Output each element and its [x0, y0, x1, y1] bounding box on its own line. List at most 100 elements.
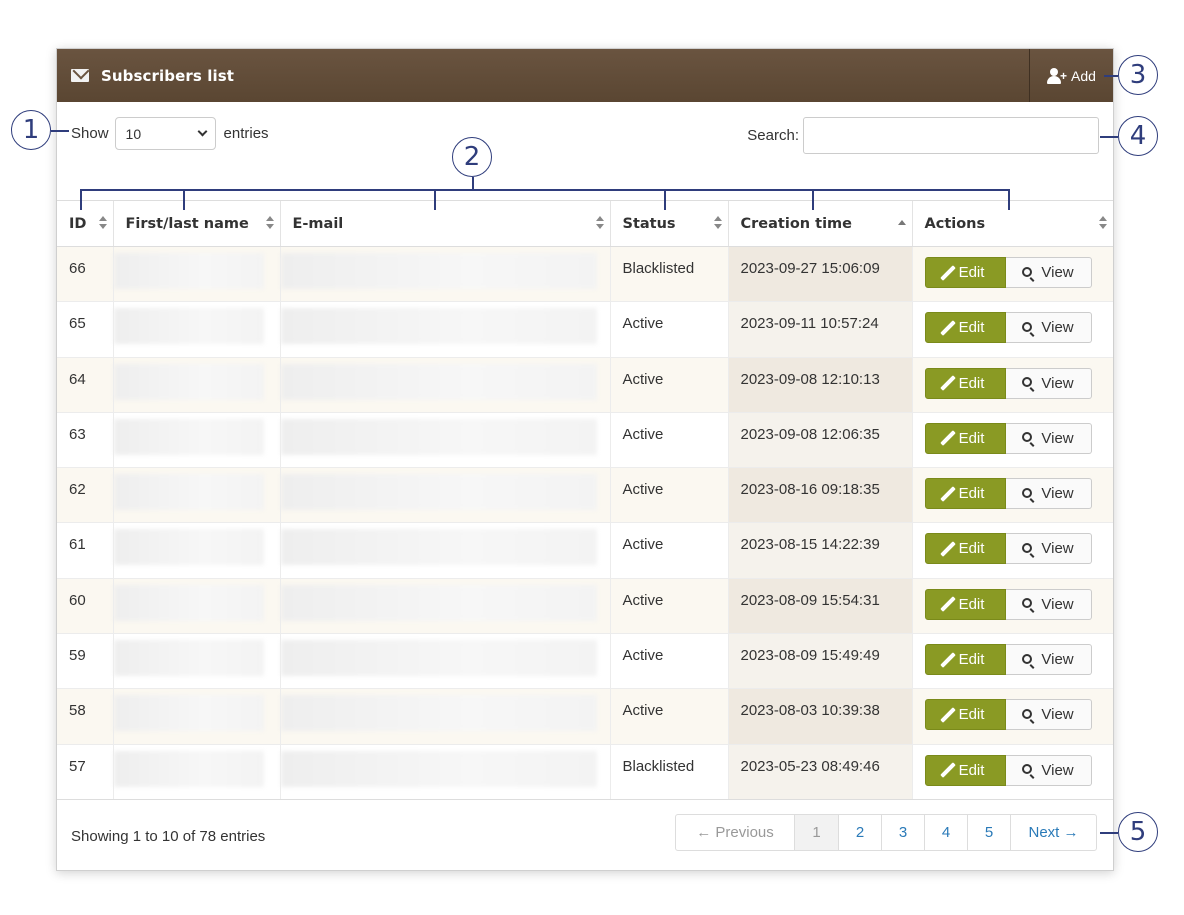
cell-actions: Edit View	[911, 744, 1113, 800]
cell-name-redacted	[112, 744, 280, 800]
subscribers-table: ID First/last name E-mail Status Creatio…	[57, 200, 1113, 800]
pagination-page-2[interactable]: 2	[838, 815, 881, 850]
edit-button[interactable]: Edit	[924, 588, 1006, 620]
edit-button[interactable]: Edit	[924, 257, 1006, 288]
view-button[interactable]: View	[1005, 533, 1092, 565]
view-button[interactable]: View	[1005, 699, 1092, 731]
callout-5: 5	[1118, 812, 1158, 852]
pencil-icon	[939, 430, 956, 447]
table-row: 60 Active 2023-08-09 15:54:31 Edit View	[57, 578, 1113, 635]
pagination-page-1[interactable]: 1	[794, 815, 838, 850]
column-header-name[interactable]: First/last name	[112, 200, 280, 247]
table-header-row: ID First/last name E-mail Status Creatio…	[57, 200, 1113, 247]
edit-button[interactable]: Edit	[924, 367, 1006, 399]
cell-creation-time: 2023-08-16 09:18:35	[727, 467, 912, 524]
edit-button[interactable]: Edit	[924, 312, 1006, 344]
table-row: 64 Active 2023-09-08 12:10:13 Edit View	[57, 357, 1113, 413]
edit-button[interactable]: Edit	[924, 533, 1006, 565]
table-row: 58 Active 2023-08-03 10:39:38 Edit View	[57, 688, 1113, 745]
cell-creation-time: 2023-09-27 15:06:09	[727, 246, 912, 303]
cell-creation-time: 2023-08-09 15:49:49	[727, 633, 912, 690]
cell-status: Active	[609, 467, 728, 524]
callout-2-leader	[472, 177, 474, 189]
pagination-page-5[interactable]: 5	[967, 815, 1010, 850]
magnifier-icon	[1022, 653, 1033, 664]
edit-button[interactable]: Edit	[924, 754, 1006, 786]
table-row: 65 Active 2023-09-11 10:57:24 Edit View	[57, 301, 1113, 358]
column-header-actions[interactable]: Actions	[911, 200, 1113, 247]
pencil-icon	[939, 651, 956, 668]
sort-icon	[595, 216, 604, 232]
add-subscriber-button[interactable]: + Add	[1029, 49, 1113, 102]
view-button[interactable]: View	[1005, 754, 1092, 786]
search-label: Search:	[747, 127, 799, 144]
magnifier-icon	[1022, 542, 1033, 553]
view-button[interactable]: View	[1005, 644, 1092, 676]
entries-per-page-select[interactable]: 10	[114, 117, 216, 150]
cell-name-redacted	[112, 357, 280, 413]
edit-button[interactable]: Edit	[924, 644, 1006, 676]
view-button[interactable]: View	[1005, 312, 1092, 344]
add-user-icon: +	[1047, 67, 1067, 84]
cell-creation-time: 2023-05-23 08:49:46	[727, 744, 912, 800]
cell-id: 61	[57, 522, 113, 579]
search-input[interactable]	[803, 117, 1099, 154]
view-button[interactable]: View	[1005, 422, 1092, 454]
pagination-previous[interactable]: ← Previous	[676, 815, 794, 850]
callout-4: 4	[1118, 116, 1158, 156]
cell-email-redacted	[279, 246, 610, 303]
pagination-next[interactable]: Next →	[1010, 815, 1096, 850]
edit-button[interactable]: Edit	[924, 699, 1006, 731]
cell-status: Active	[609, 301, 728, 358]
cell-id: 57	[57, 744, 113, 800]
cell-email-redacted	[279, 578, 610, 635]
cell-name-redacted	[112, 633, 280, 690]
callout-2-tick	[812, 189, 814, 210]
table-row: 59 Active 2023-08-09 15:49:49 Edit View	[57, 633, 1113, 690]
pencil-icon	[939, 375, 956, 391]
view-button[interactable]: View	[1005, 257, 1092, 288]
view-button[interactable]: View	[1005, 367, 1092, 399]
edit-button[interactable]: Edit	[924, 422, 1006, 454]
magnifier-icon	[1022, 266, 1033, 277]
callout-2-tick	[1008, 189, 1010, 210]
cell-creation-time: 2023-09-08 12:10:13	[727, 357, 912, 413]
magnifier-icon	[1022, 432, 1033, 443]
pagination-page-3[interactable]: 3	[881, 815, 924, 850]
edit-button[interactable]: Edit	[924, 478, 1006, 510]
panel-title: Subscribers list	[71, 49, 234, 102]
magnifier-icon	[1022, 321, 1033, 332]
cell-id: 63	[57, 412, 113, 469]
panel-header: Subscribers list + Add	[57, 49, 1113, 102]
cell-email-redacted	[279, 522, 610, 579]
column-header-email[interactable]: E-mail	[279, 200, 610, 247]
cell-actions: Edit View	[911, 688, 1113, 745]
table-row: 63 Active 2023-09-08 12:06:35 Edit View	[57, 412, 1113, 469]
callout-5-leader	[1100, 832, 1118, 834]
sort-icon	[713, 216, 722, 232]
cell-name-redacted	[112, 522, 280, 579]
column-header-id[interactable]: ID	[57, 200, 113, 247]
cell-status: Active	[609, 412, 728, 469]
cell-actions: Edit View	[911, 633, 1113, 690]
pagination-page-4[interactable]: 4	[924, 815, 967, 850]
cell-creation-time: 2023-08-09 15:54:31	[727, 578, 912, 635]
callout-1-leader	[51, 130, 69, 132]
sort-ascending-icon	[897, 216, 906, 232]
table-info: Showing 1 to 10 of 78 entries	[71, 828, 266, 845]
table-row: 61 Active 2023-08-15 14:22:39 Edit View	[57, 522, 1113, 579]
view-button[interactable]: View	[1005, 478, 1092, 510]
view-button[interactable]: View	[1005, 588, 1092, 620]
column-header-status[interactable]: Status	[609, 200, 728, 247]
cell-id: 60	[57, 578, 113, 635]
cell-email-redacted	[279, 357, 610, 413]
chevron-down-icon	[197, 126, 207, 137]
cell-email-redacted	[279, 744, 610, 800]
show-label: Show	[71, 125, 109, 142]
column-header-creation-time[interactable]: Creation time	[727, 200, 912, 247]
cell-email-redacted	[279, 412, 610, 469]
pencil-icon	[939, 762, 956, 778]
panel-title-text: Subscribers list	[101, 66, 235, 85]
cell-actions: Edit View	[911, 522, 1113, 579]
cell-id: 62	[57, 467, 113, 524]
